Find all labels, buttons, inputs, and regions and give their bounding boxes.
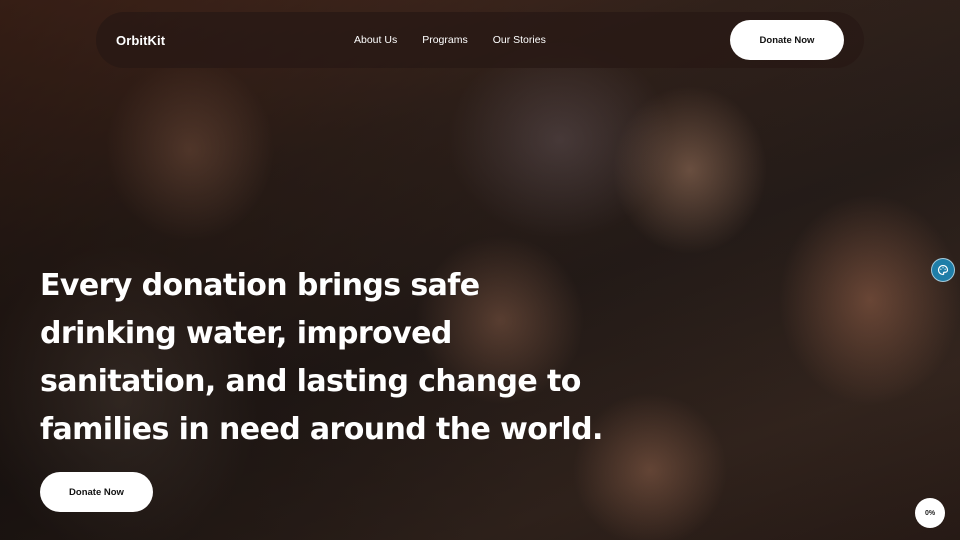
brand-logo[interactable]: OrbitKit: [116, 33, 165, 48]
nav-link-programs[interactable]: Programs: [422, 34, 468, 46]
hero-donate-button[interactable]: Donate Now: [40, 472, 153, 512]
scroll-progress-badge[interactable]: 0%: [915, 498, 945, 528]
palette-icon: [937, 264, 949, 276]
hero-headline: Every donation brings safe drinking wate…: [40, 268, 603, 447]
nav-link-our-stories[interactable]: Our Stories: [493, 34, 546, 46]
nav-links: About Us Programs Our Stories: [354, 12, 546, 68]
top-navigation: OrbitKit About Us Programs Our Stories D…: [96, 12, 864, 68]
side-widget-button[interactable]: [931, 258, 955, 282]
nav-donate-button[interactable]: Donate Now: [730, 20, 844, 60]
nav-link-about-us[interactable]: About Us: [354, 34, 397, 46]
